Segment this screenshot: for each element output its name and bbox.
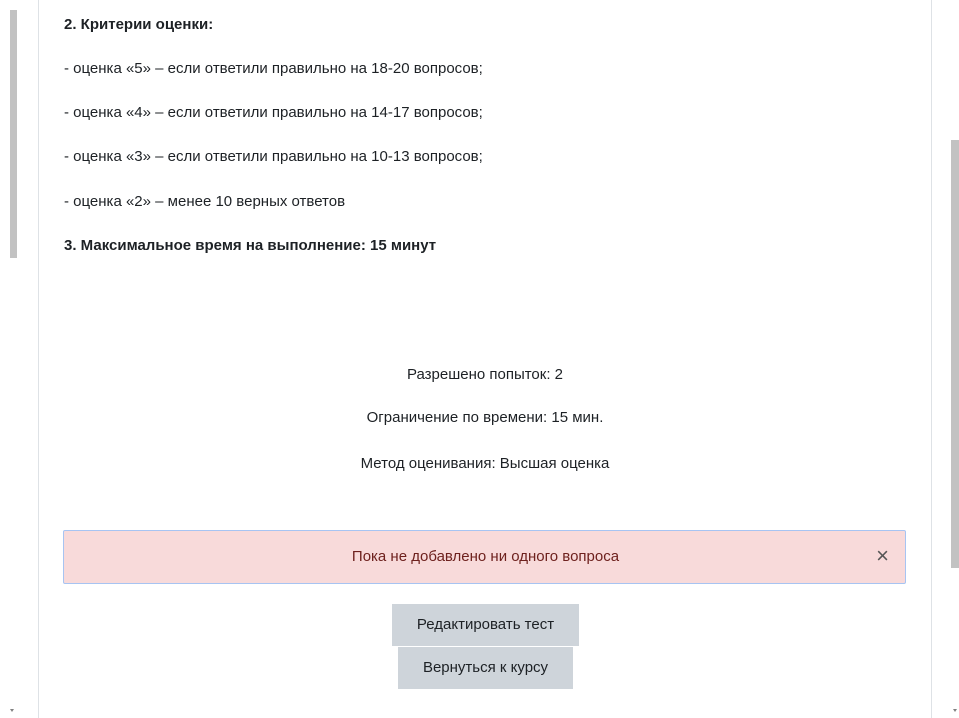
page-scroll-down-arrow-icon[interactable]: [953, 709, 957, 712]
alert-message: Пока не добавлено ни одного вопроса: [351, 548, 620, 565]
grading-method: Метод оценивания: Высшая оценка: [360, 455, 610, 472]
drawer-scrollbar[interactable]: [0, 0, 17, 718]
time-limit: Ограничение по времени: 15 мин.: [366, 409, 604, 426]
no-questions-alert: Пока не добавлено ни одного вопроса ×: [63, 530, 906, 584]
page: 2. Критерии оценки: - оценка «5» – если …: [0, 0, 959, 718]
criteria-item: - оценка «2» – менее 10 верных ответов: [64, 193, 346, 210]
criteria-item: - оценка «3» – если ответили правильно н…: [64, 148, 483, 165]
attempts-allowed: Разрешено попыток: 2: [406, 366, 564, 383]
close-icon[interactable]: ×: [876, 545, 889, 567]
time-heading: 3. Максимальное время на выполнение: 15 …: [64, 237, 437, 254]
main-content: 2. Критерии оценки: - оценка «5» – если …: [38, 0, 932, 718]
criteria-item: - оценка «4» – если ответили правильно н…: [64, 104, 483, 121]
drawer-scroll-down-arrow-icon[interactable]: [10, 709, 14, 712]
criteria-item: - оценка «5» – если ответили правильно н…: [64, 60, 483, 77]
back-to-course-button[interactable]: Вернуться к курсу: [398, 647, 573, 689]
edit-quiz-button[interactable]: Редактировать тест: [392, 604, 579, 646]
page-scrollbar-thumb[interactable]: [951, 140, 959, 568]
criteria-heading: 2. Критерии оценки:: [64, 16, 214, 33]
drawer-scrollbar-thumb[interactable]: [10, 10, 17, 258]
page-scrollbar[interactable]: [949, 0, 959, 718]
